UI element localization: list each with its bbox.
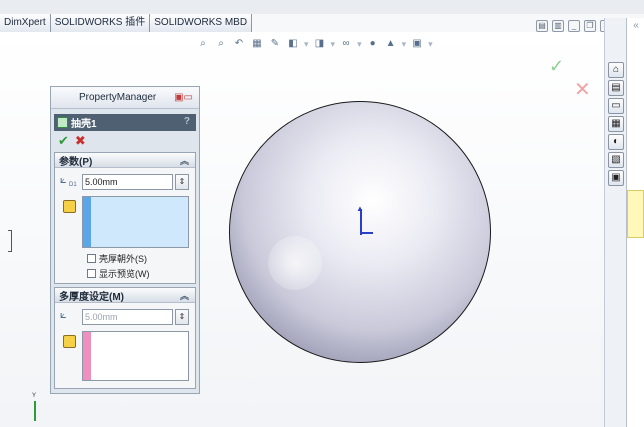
selection-box-accent (83, 197, 91, 247)
multi-thickness-group: 多厚度设定(M) ︽ ⟀ 5.00mm ⇕ (54, 287, 196, 389)
task-pane: ⌂ ▤ ▭ ▦ ◐ ▧ ▣ « (604, 18, 644, 427)
chevron-down-icon[interactable]: ▾ (428, 39, 433, 50)
parameters-group-header[interactable]: 参数(P) ︽ (55, 153, 195, 168)
reference-triad-y (34, 401, 36, 421)
command-manager-tabs: DimXpert SOLIDWORKS 插件 SOLIDWORKS MBD (0, 14, 253, 32)
file-explorer-icon[interactable]: ▭ (608, 98, 624, 114)
view-settings-icon[interactable]: ▣ (410, 38, 424, 50)
apply-scene-icon[interactable]: ▲ (384, 38, 398, 50)
confirm-corner-ok-icon[interactable]: ✓ (549, 56, 564, 77)
shell-feature-icon (57, 117, 68, 128)
appearances-scenes-icon[interactable]: ◐ (608, 134, 624, 150)
edit-appearance-icon[interactable]: ● (366, 38, 380, 50)
tile-vertical-icon[interactable]: ▥ (552, 20, 564, 32)
ok-cancel-row: ✔ ✖ (51, 131, 199, 151)
top-strip (0, 0, 644, 14)
zoom-to-area-icon[interactable]: ⌕ (214, 38, 228, 50)
display-style-icon[interactable]: ◨ (313, 38, 327, 50)
sphere-highlight (268, 236, 322, 290)
design-library-icon[interactable]: ▤ (608, 80, 624, 96)
cancel-button[interactable]: ✖ (75, 133, 86, 149)
tab-solidworks-addins[interactable]: SOLIDWORKS 插件 (50, 14, 151, 32)
multi-thickness-group-header[interactable]: 多厚度设定(M) ︽ (55, 288, 195, 303)
origin-arrow-icon: ▲ (356, 204, 364, 213)
parameters-group-title: 参数(P) (59, 156, 93, 168)
multi-thickness-faces-list[interactable] (82, 331, 189, 381)
collapse-chevron-icon[interactable]: ︽ (180, 154, 189, 167)
parameters-group: 参数(P) ︽ ⟀ D1 5.00mm ⇕ 壳厚朝外(S) 显示预览(W) (54, 152, 196, 284)
ok-button[interactable]: ✔ (58, 133, 69, 149)
shell-outward-option: 壳厚朝外(S) (55, 252, 195, 265)
property-manager-title: PropertyManager ▣▭ (51, 87, 199, 109)
faces-to-remove-row (55, 196, 195, 250)
property-manager-title-text: PropertyManager (79, 92, 157, 103)
forum-icon[interactable]: ▣ (608, 170, 624, 186)
shell-outward-label[interactable]: 壳厚朝外(S) (99, 252, 147, 265)
chevron-down-icon[interactable]: ▾ (357, 39, 362, 50)
view-orientation-icon[interactable]: ◧ (286, 38, 300, 50)
show-preview-option: 显示预览(W) (55, 267, 195, 280)
show-preview-checkbox[interactable] (87, 269, 96, 278)
view-palette-icon[interactable]: ▦ (608, 116, 624, 132)
section-view-icon[interactable]: ▦ (250, 38, 264, 50)
property-manager: PropertyManager ▣▭ 抽壳1 ? ✔ ✖ 参数(P) ︽ ⟀ D… (50, 86, 200, 394)
tab-dimxpert[interactable]: DimXpert (0, 14, 51, 32)
tab-solidworks-mbd[interactable]: SOLIDWORKS MBD (150, 14, 253, 32)
multi-thickness-row: ⟀ 5.00mm ⇕ (55, 308, 195, 326)
confirm-corner-cancel-icon[interactable]: ✕ (574, 77, 591, 102)
heads-up-toolbar: ⌕ ⌕ ↶ ▦ ✎ ◧ ▾ ◨ ▾ ∞ ▾ ● ▲ ▾ ▣ ▾ (196, 38, 433, 50)
faces-to-remove-list[interactable] (82, 196, 189, 248)
show-preview-label[interactable]: 显示预览(W) (99, 267, 150, 280)
chevron-down-icon[interactable]: ▾ (304, 39, 309, 50)
minimize-icon[interactable]: _ (568, 20, 580, 32)
multi-thickness-group-title: 多厚度设定(M) (59, 291, 124, 303)
tile-horizontal-icon[interactable]: ▤ (536, 20, 548, 32)
task-pane-note (627, 190, 644, 238)
selection-box-accent (83, 332, 91, 380)
dimension-label: D1 (69, 182, 77, 188)
face-selection-icon (63, 335, 76, 348)
zoom-to-fit-icon[interactable]: ⌕ (196, 38, 210, 50)
chevron-down-icon[interactable]: ▾ (331, 39, 336, 50)
multi-thickness-faces-row (55, 331, 195, 385)
face-selection-icon (63, 200, 76, 213)
task-pane-tabs: ⌂ ▤ ▭ ▦ ◐ ▧ ▣ (604, 18, 626, 427)
feature-name: 抽壳1 (71, 119, 97, 130)
shell-outward-checkbox[interactable] (87, 254, 96, 263)
triad-label: Y (32, 393, 37, 399)
help-icon[interactable]: ? (184, 116, 190, 127)
thickness-input[interactable]: 5.00mm (82, 174, 173, 190)
multi-thickness-spinner[interactable]: ⇕ (175, 309, 189, 325)
window-controls: ▤ ▥ _ ❐ ✕ (536, 20, 612, 32)
solidworks-resources-icon[interactable]: ⌂ (608, 62, 624, 78)
previous-view-icon[interactable]: ↶ (232, 38, 246, 50)
property-manager-tools-icon[interactable]: ▣▭ (174, 92, 193, 103)
chevron-down-icon[interactable]: ▾ (402, 39, 407, 50)
custom-properties-icon[interactable]: ▧ (608, 152, 624, 168)
collapse-chevron-icon[interactable]: ︽ (180, 289, 189, 302)
thickness-dimension-icon: ⟀ (60, 309, 67, 321)
panel-resize-marker[interactable] (8, 230, 12, 252)
feature-title-bar: 抽壳1 ? (54, 114, 196, 131)
multi-thickness-input[interactable]: 5.00mm (82, 309, 173, 325)
thickness-row: ⟀ D1 5.00mm ⇕ (55, 173, 195, 191)
origin-x-axis (360, 232, 373, 234)
expand-pane-icon[interactable]: « (628, 20, 644, 34)
hide-show-items-icon[interactable]: ∞ (339, 38, 353, 50)
dynamic-annotation-icon[interactable]: ✎ (268, 38, 282, 50)
thickness-spinner[interactable]: ⇕ (175, 174, 189, 190)
restore-icon[interactable]: ❐ (584, 20, 596, 32)
